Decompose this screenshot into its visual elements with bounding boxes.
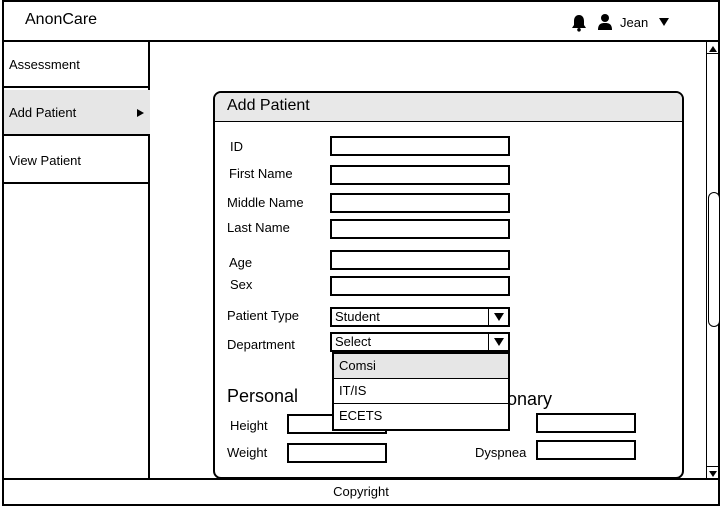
add-patient-card: Add Patient ID First Name Middle Name La… xyxy=(213,91,684,478)
last-name-field[interactable] xyxy=(330,219,510,239)
personal-section-title: Personal xyxy=(227,386,299,406)
pulmonary-field-1[interactable] xyxy=(536,413,636,433)
dropdown-option[interactable]: Comsi xyxy=(334,354,508,379)
arrow-up-icon xyxy=(709,46,717,52)
last-name-label: Last Name xyxy=(227,220,290,235)
sex-label: Sex xyxy=(230,277,253,292)
app-window: AnonCare Jean Assessment Add Patient Vie… xyxy=(2,0,720,506)
sidebar-item-view-patient[interactable]: View Patient xyxy=(4,138,150,184)
dropdown-option[interactable]: IT/IS xyxy=(334,379,508,404)
scroll-up-button[interactable] xyxy=(707,42,719,54)
user-icon[interactable] xyxy=(597,13,613,31)
select-button[interactable] xyxy=(488,334,508,350)
department-select[interactable]: Select xyxy=(330,332,510,352)
sidebar-item-label: View Patient xyxy=(9,152,82,168)
vertical-scrollbar[interactable] xyxy=(706,42,720,478)
sidebar-item-assessment[interactable]: Assessment xyxy=(4,42,150,88)
patient-type-select[interactable]: Student xyxy=(330,307,510,327)
chevron-down-icon xyxy=(494,313,504,321)
age-label: Age xyxy=(229,255,253,270)
age-field[interactable] xyxy=(330,250,510,270)
sex-field[interactable] xyxy=(330,276,510,296)
middle-name-label: Middle Name xyxy=(227,195,304,210)
id-label: ID xyxy=(230,139,243,154)
select-button[interactable] xyxy=(488,309,508,325)
main-content: Add Patient ID First Name Middle Name La… xyxy=(150,42,706,478)
height-label: Height xyxy=(230,418,268,433)
app-title: AnonCare xyxy=(25,11,98,28)
card-title: Add Patient xyxy=(215,93,682,122)
pulmonary-section-title: onary xyxy=(507,389,553,409)
dyspnea-label: Dyspnea xyxy=(475,445,527,460)
patient-type-value: Student xyxy=(335,309,380,324)
middle-name-field[interactable] xyxy=(330,193,510,213)
chevron-down-icon[interactable] xyxy=(659,18,669,26)
chevron-down-icon xyxy=(494,338,504,346)
sidebar-item-add-patient[interactable]: Add Patient xyxy=(4,90,150,136)
department-value: Select xyxy=(335,334,372,349)
weight-label: Weight xyxy=(227,445,268,460)
sidebar-item-label: Assessment xyxy=(9,56,80,72)
sidebar-item-label: Add Patient xyxy=(9,104,77,120)
scrollbar-thumb[interactable] xyxy=(708,192,720,327)
department-label: Department xyxy=(227,337,295,352)
department-dropdown: Comsi IT/IS ECETS xyxy=(332,352,510,431)
sidebar: Assessment Add Patient View Patient xyxy=(4,42,150,478)
chevron-right-icon xyxy=(137,109,144,117)
first-name-label: First Name xyxy=(229,166,293,181)
patient-type-label: Patient Type xyxy=(227,308,300,323)
dyspnea-field[interactable] xyxy=(536,440,636,460)
bell-icon[interactable] xyxy=(571,14,587,32)
top-bar: AnonCare Jean xyxy=(4,2,718,42)
user-name[interactable]: Jean xyxy=(620,15,648,30)
id-field[interactable] xyxy=(330,136,510,156)
dropdown-option[interactable]: ECETS xyxy=(334,404,508,429)
first-name-field[interactable] xyxy=(330,165,510,185)
footer: Copyright xyxy=(4,478,718,504)
scroll-down-button[interactable] xyxy=(707,466,719,478)
weight-field[interactable] xyxy=(287,443,387,463)
